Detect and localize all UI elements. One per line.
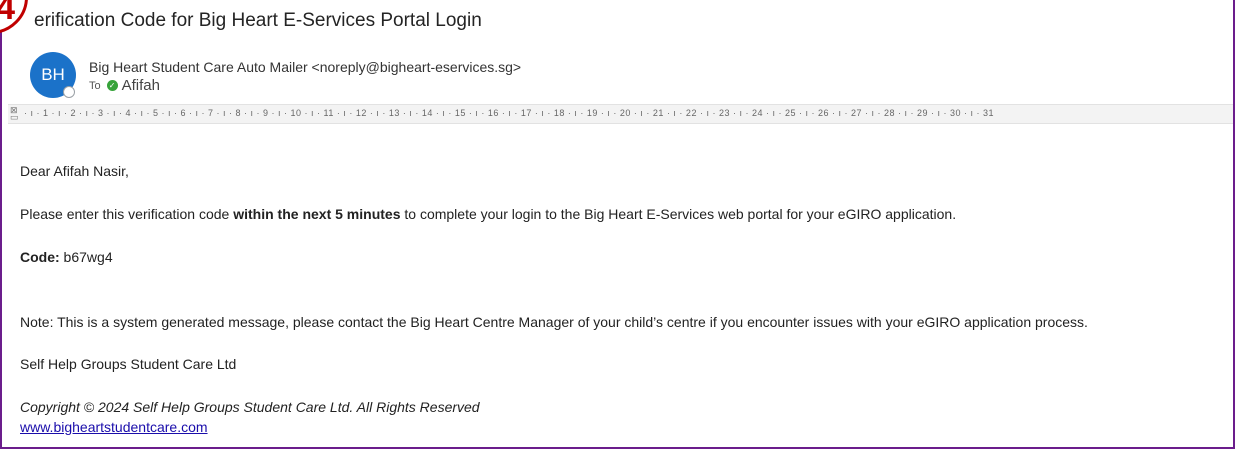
window-border-left: [0, 0, 2, 449]
verification-code[interactable]: b67wg4: [60, 249, 113, 265]
note-paragraph: Note: This is a system generated message…: [20, 314, 1088, 330]
recipient-name[interactable]: Afifah: [122, 77, 160, 94]
greeting: Dear Afifah Nasir,: [20, 163, 129, 179]
sender-name[interactable]: Big Heart Student Care Auto Mailer <nore…: [89, 59, 521, 75]
code-label: Code:: [20, 249, 60, 265]
signature: Self Help Groups Student Care Ltd: [20, 356, 237, 372]
step-number-badge: 4: [0, 0, 28, 34]
presence-status-icon: [63, 86, 75, 98]
indent-marker-icon[interactable]: ⊠ ▭: [10, 106, 19, 122]
copyright-text: Copyright © 2024 Self Help Groups Studen…: [20, 399, 480, 415]
recipient-line: To ✓ Afifah: [89, 77, 160, 94]
step-number: 4: [0, 0, 15, 27]
instruction-text-end: to complete your login to the Big Heart …: [400, 206, 957, 222]
ruler[interactable]: ⊠ ▭ · ı · 1 · ı · 2 · ı · 3 · ı · 4 · ı ·…: [8, 104, 1233, 124]
ruler-numbers: · ı · 1 · ı · 2 · ı · 3 · ı · 4 · ı · 5 …: [24, 108, 995, 118]
website-link-text[interactable]: www.bigheartstudentcare.com: [20, 419, 208, 435]
email-subject: erification Code for Big Heart E-Service…: [34, 10, 482, 31]
check-icon: ✓: [106, 80, 118, 91]
website-link[interactable]: www.bigheartstudentcare.com: [20, 419, 208, 435]
instruction-emphasis: within the next 5 minutes: [233, 206, 401, 222]
window-border-right: [1233, 0, 1235, 449]
to-label: To: [89, 79, 101, 92]
code-line: Code: b67wg4: [20, 249, 113, 265]
sender-initials: BH: [41, 65, 65, 84]
instruction-text-start: Please enter this verification code: [20, 206, 234, 222]
instruction-paragraph: Please enter this verification code with…: [20, 206, 956, 222]
